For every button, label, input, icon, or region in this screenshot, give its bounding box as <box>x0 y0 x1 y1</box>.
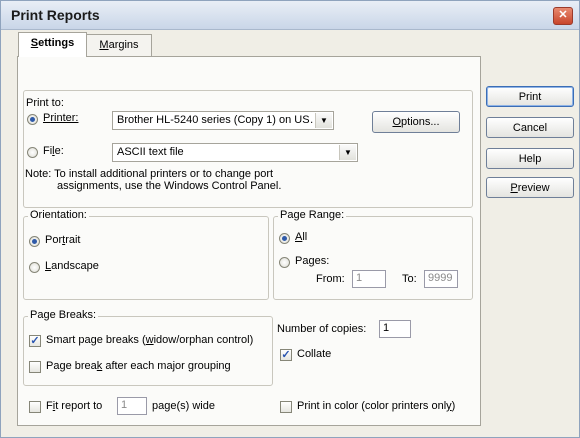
portrait-label-post: rait <box>65 234 81 246</box>
major-label-post: after each major grouping <box>102 360 231 372</box>
page-breaks-legend: Page Breaks: <box>28 309 99 321</box>
collate-checkbox[interactable]: ✓ <box>280 349 292 361</box>
pages-wide-label: page(s) wide <box>152 400 215 412</box>
fit-report-checkbox[interactable] <box>29 401 41 413</box>
smart-page-breaks-label[interactable]: Smart page breaks (widow/orphan control) <box>46 334 253 346</box>
pages-label-post: es: <box>314 255 330 267</box>
smart-label-accel: w <box>145 334 154 346</box>
to-label: To: <box>402 273 417 285</box>
printer-select[interactable]: Brother HL-5240 series (Copy 1) on US… ▼ <box>112 111 334 130</box>
page-breaks-group <box>23 316 273 386</box>
tab-margins-accel: M <box>99 39 109 51</box>
chevron-down-icon: ▼ <box>315 113 332 128</box>
all-pages-rest: ll <box>302 231 308 243</box>
close-button[interactable]: ✕ <box>553 7 573 25</box>
tab-settings-label: ettings <box>38 37 75 49</box>
file-type-select[interactable]: ASCII text file ▼ <box>112 143 358 162</box>
major-label-pre: Page brea <box>46 360 97 372</box>
print-reports-dialog: Print Reports ✕ Settings Margins Print C… <box>0 0 580 438</box>
landscape-label[interactable]: Landscape <box>45 260 99 272</box>
printer-label-text: rinter: <box>50 112 79 124</box>
options-button[interactable]: Options... <box>372 111 460 133</box>
printer-note-line2: assignments, use the Windows Control Pan… <box>57 180 282 192</box>
file-label-post: e: <box>54 145 64 157</box>
collate-label[interactable]: Collate <box>297 348 331 360</box>
orientation-group <box>23 216 269 300</box>
tab-margins-label: argins <box>108 39 139 51</box>
portrait-label-pre: Por <box>45 234 63 246</box>
file-label[interactable]: File: <box>43 145 64 157</box>
fit-label-pre: F <box>46 400 53 412</box>
all-pages-label[interactable]: All <box>295 231 307 243</box>
color-label-pre: Print in color (color printers onl <box>297 400 447 412</box>
orientation-legend: Orientation: <box>28 209 89 221</box>
tab-margins[interactable]: Margins <box>86 34 152 56</box>
options-accel: O <box>392 116 402 128</box>
file-label-pre: Fi <box>43 145 53 157</box>
printer-radio[interactable] <box>27 114 38 125</box>
chevron-down-icon: ▼ <box>339 145 356 160</box>
file-radio[interactable] <box>27 147 38 158</box>
preview-label: review <box>517 182 550 194</box>
options-label: ptions... <box>401 116 440 128</box>
landscape-radio[interactable] <box>29 262 40 273</box>
all-pages-radio[interactable] <box>279 233 290 244</box>
smart-label-pre: Smart page breaks ( <box>46 334 146 346</box>
from-label: From: <box>316 273 345 285</box>
printer-select-value: Brother HL-5240 series (Copy 1) on US… <box>117 114 313 126</box>
tab-settings[interactable]: Settings <box>18 32 87 57</box>
fit-report-label[interactable]: Fit report to <box>46 400 102 412</box>
major-grouping-break-checkbox[interactable] <box>29 361 41 373</box>
copies-input[interactable]: 1 <box>379 320 411 338</box>
preview-button[interactable]: Preview <box>486 177 574 198</box>
from-page-input[interactable]: 1 <box>352 270 386 288</box>
copies-label: Number of copies: <box>277 323 367 335</box>
fit-pages-wide-input[interactable]: 1 <box>117 397 147 415</box>
portrait-label[interactable]: Portrait <box>45 234 80 246</box>
printer-note-line1: Note: To install additional printers or … <box>25 168 274 180</box>
preview-accel: P <box>510 182 518 194</box>
pages-radio[interactable] <box>279 257 290 268</box>
smart-label-post: idow/orphan control) <box>153 334 254 346</box>
window-title: Print Reports <box>11 7 100 23</box>
print-to-heading: Print to: <box>26 97 64 109</box>
smart-page-breaks-checkbox[interactable]: ✓ <box>29 335 41 347</box>
color-label-post: ) <box>451 400 456 412</box>
printer-label[interactable]: Printer: <box>43 112 78 124</box>
page-range-legend: Page Range: <box>278 209 347 221</box>
file-type-value: ASCII text file <box>117 146 184 158</box>
pages-label[interactable]: Pages: <box>295 255 329 267</box>
print-in-color-checkbox[interactable] <box>280 401 292 413</box>
major-grouping-break-label[interactable]: Page break after each major grouping <box>46 360 231 372</box>
fit-label-post: t report to <box>55 400 103 412</box>
to-page-input[interactable]: 9999 <box>424 270 458 288</box>
title-bar[interactable]: Print Reports ✕ <box>1 1 579 30</box>
help-button[interactable]: Help <box>486 148 574 169</box>
landscape-label-rest: andscape <box>51 260 99 272</box>
pages-label-pre: Pa <box>295 255 309 267</box>
cancel-button[interactable]: Cancel <box>486 117 574 138</box>
portrait-radio[interactable] <box>29 236 40 247</box>
print-in-color-label[interactable]: Print in color (color printers only) <box>297 400 455 412</box>
print-button[interactable]: Print <box>486 86 574 107</box>
